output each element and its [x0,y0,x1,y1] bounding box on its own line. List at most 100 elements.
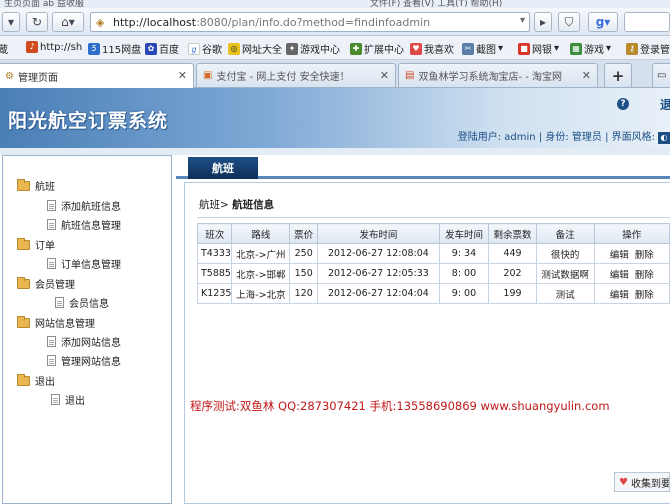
google-icon: g▾ [595,15,611,29]
folder-icon [17,315,30,328]
divider [197,217,670,218]
gear-icon: ⚙ [5,70,14,82]
folder-icon [17,178,30,191]
bookmark-item[interactable]: 5 115网盘 [88,41,141,56]
delete-link[interactable]: 删除 [635,270,654,281]
column-header: 备注 [535,223,595,244]
bookmark-item[interactable]: ▦ 游戏 ▾ [570,41,611,56]
bookmark-item[interactable]: ✚ 扩展中心 [350,41,404,56]
bookmark-label: http://sh [40,41,83,53]
main-content: 航班 航班> 航班信息 班次 路线 票价 发布时间 发车时间 剩余票数 备注 操… [176,155,670,504]
bookmark-label: 我喜欢 [424,45,454,56]
bookmark-item[interactable]: ⚷ 登录管 [626,41,670,56]
search-engine-button[interactable]: g▾ [588,12,618,32]
help-icon[interactable]: ? [617,98,629,110]
search-box[interactable] [624,12,670,32]
sidebar-group-members[interactable]: 会员管理 [17,276,75,291]
close-icon[interactable]: ✕ [380,69,389,82]
flights-table: 班次 路线 票价 发布时间 发车时间 剩余票数 备注 操作 T4333 北京->… [196,223,670,304]
edit-link[interactable]: 编辑 [610,270,629,281]
cell-published: 2012-06-27 12:08:04 [317,243,440,264]
bookmark-item[interactable]: g 谷歌 [188,41,222,56]
sidebar-group-label: 退出 [35,377,55,388]
sidebar-group-orders[interactable]: 订单 [17,237,55,252]
bookmark-item[interactable]: ♪ http://sh [26,41,82,53]
go-button[interactable]: ▸ [534,12,552,32]
bookmark-item[interactable]: ◎ 网址大全 [228,41,282,56]
refresh-icon: ↻ [31,15,43,29]
column-header: 剩余票数 [488,223,537,244]
tab-admin[interactable]: ⚙ 管理页面 ✕ [0,63,194,88]
cell-route: 上海->北京 [231,283,291,304]
close-icon[interactable]: ✕ [178,69,187,82]
sidebar-group-label: 航班 [35,182,55,193]
tab-taobao[interactable]: ▤ 双鱼林学习系统淘宝店- - 淘宝网 ✕ [398,63,598,87]
google-icon: g [188,42,200,55]
sidebar-group-logout[interactable]: 退出 [17,373,55,388]
edit-link[interactable]: 编辑 [610,290,629,301]
sidebar-group-site-info[interactable]: 网站信息管理 [17,315,95,330]
tab-label: 支付宝 - 网上支付 安全快速！ [216,72,350,83]
cell-note: 测试 [535,283,595,304]
dropdown-icon[interactable]: ▾ [520,15,525,26]
sidebar-item-label: 添加网站信息 [61,338,121,349]
bookmark-item[interactable]: ✦ 游戏中心 [286,41,340,56]
page-icon [47,336,56,347]
home-button[interactable]: ⌂▾ [52,12,84,32]
sidebar-item-member-info[interactable]: 会员信息 [55,295,109,310]
tab-list-button[interactable]: ▭ [652,63,670,87]
site-icon: ♪ [26,41,38,53]
back-button[interactable]: ▾ [2,12,20,32]
edit-link[interactable]: 编辑 [610,250,629,261]
window-title-text: 生页页面 ab 益收服 [4,0,84,8]
key-icon: ⚷ [626,42,638,55]
sidebar-item-manage-site-info[interactable]: 管理网站信息 [47,353,121,368]
page-icon [47,200,56,211]
delete-link[interactable]: 删除 [635,290,654,301]
address-bar[interactable]: ◈ http://localhost:8080/plan/info.do?met… [90,12,530,32]
page-icon [47,219,56,230]
cell-route: 北京->广州 [231,243,291,264]
tab-flights[interactable]: 航班 [188,157,258,179]
tab-alipay[interactable]: ▣ 支付宝 - 网上支付 安全快速！ ✕ [196,63,396,87]
bookmark-overflow[interactable]: 蔵 [0,41,8,56]
cell-price: 250 [289,243,319,264]
table-row: K1235 上海->北京 120 2012-06-27 12:04:04 9: … [196,283,670,304]
sidebar-group-flights[interactable]: 航班 [17,178,55,193]
cell-actions: 编辑 删除 [593,243,670,264]
cell-actions: 编辑 删除 [593,283,670,304]
table-row: T5885 北京->邯郸 150 2012-06-27 12:05:33 8: … [196,263,670,284]
sidebar-item-add-flight[interactable]: 添加航班信息 [47,198,121,213]
breadcrumb-parent[interactable]: 航班> [199,199,229,211]
sidebar-item-manage-orders[interactable]: 订单信息管理 [47,256,121,271]
folder-icon [17,237,30,250]
bookmark-label: 扩展中心 [364,45,404,56]
cell-code: T5885 [196,263,233,284]
close-icon[interactable]: ✕ [582,69,591,82]
cell-actions: 编辑 删除 [593,263,670,284]
bookmark-item[interactable]: ✂ 截图 ▾ [462,41,503,56]
new-tab-button[interactable]: + [604,63,632,87]
cell-published: 2012-06-27 12:05:33 [317,263,440,284]
sidebar-item-logout[interactable]: 退出 [51,392,85,407]
sidebar: 航班 添加航班信息 航班信息管理 订单 订单信息管理 会员管理 会员信息 网站信… [2,155,172,504]
sidebar-item-add-site-info[interactable]: 添加网站信息 [47,334,121,349]
app-title: 阳光航空订票系统 [8,110,169,132]
refresh-button[interactable]: ↻ [26,12,48,32]
shield-icon: ⛉ [564,14,574,29]
style-icon[interactable]: ◐ [658,132,670,144]
window-title-strip: 生页页面 ab 益收服 文件(F) 查看(V) 工具(T) 帮助(H) [0,0,670,8]
bookmark-item[interactable]: ✿ 百度 [145,41,179,56]
column-header: 发布时间 [317,223,440,244]
delete-link[interactable]: 删除 [635,250,654,261]
exit-link[interactable]: 退 [660,96,670,113]
bookmark-item[interactable]: ♥ 我喜欢 [410,41,454,56]
bookmark-item[interactable]: ■ 网银 ▾ [518,41,559,56]
menu-bar-text[interactable]: 文件(F) 查看(V) 工具(T) 帮助(H) [370,0,502,8]
favorite-button[interactable]: ♥ 收集到要 [614,472,670,492]
bookmark-label: 登录管 [640,45,670,56]
chevron-down-icon: ▾ [7,15,15,29]
cell-code: T4333 [196,243,233,264]
sidebar-item-manage-flights[interactable]: 航班信息管理 [47,217,121,232]
shield-button[interactable]: ⛉ [558,12,580,32]
